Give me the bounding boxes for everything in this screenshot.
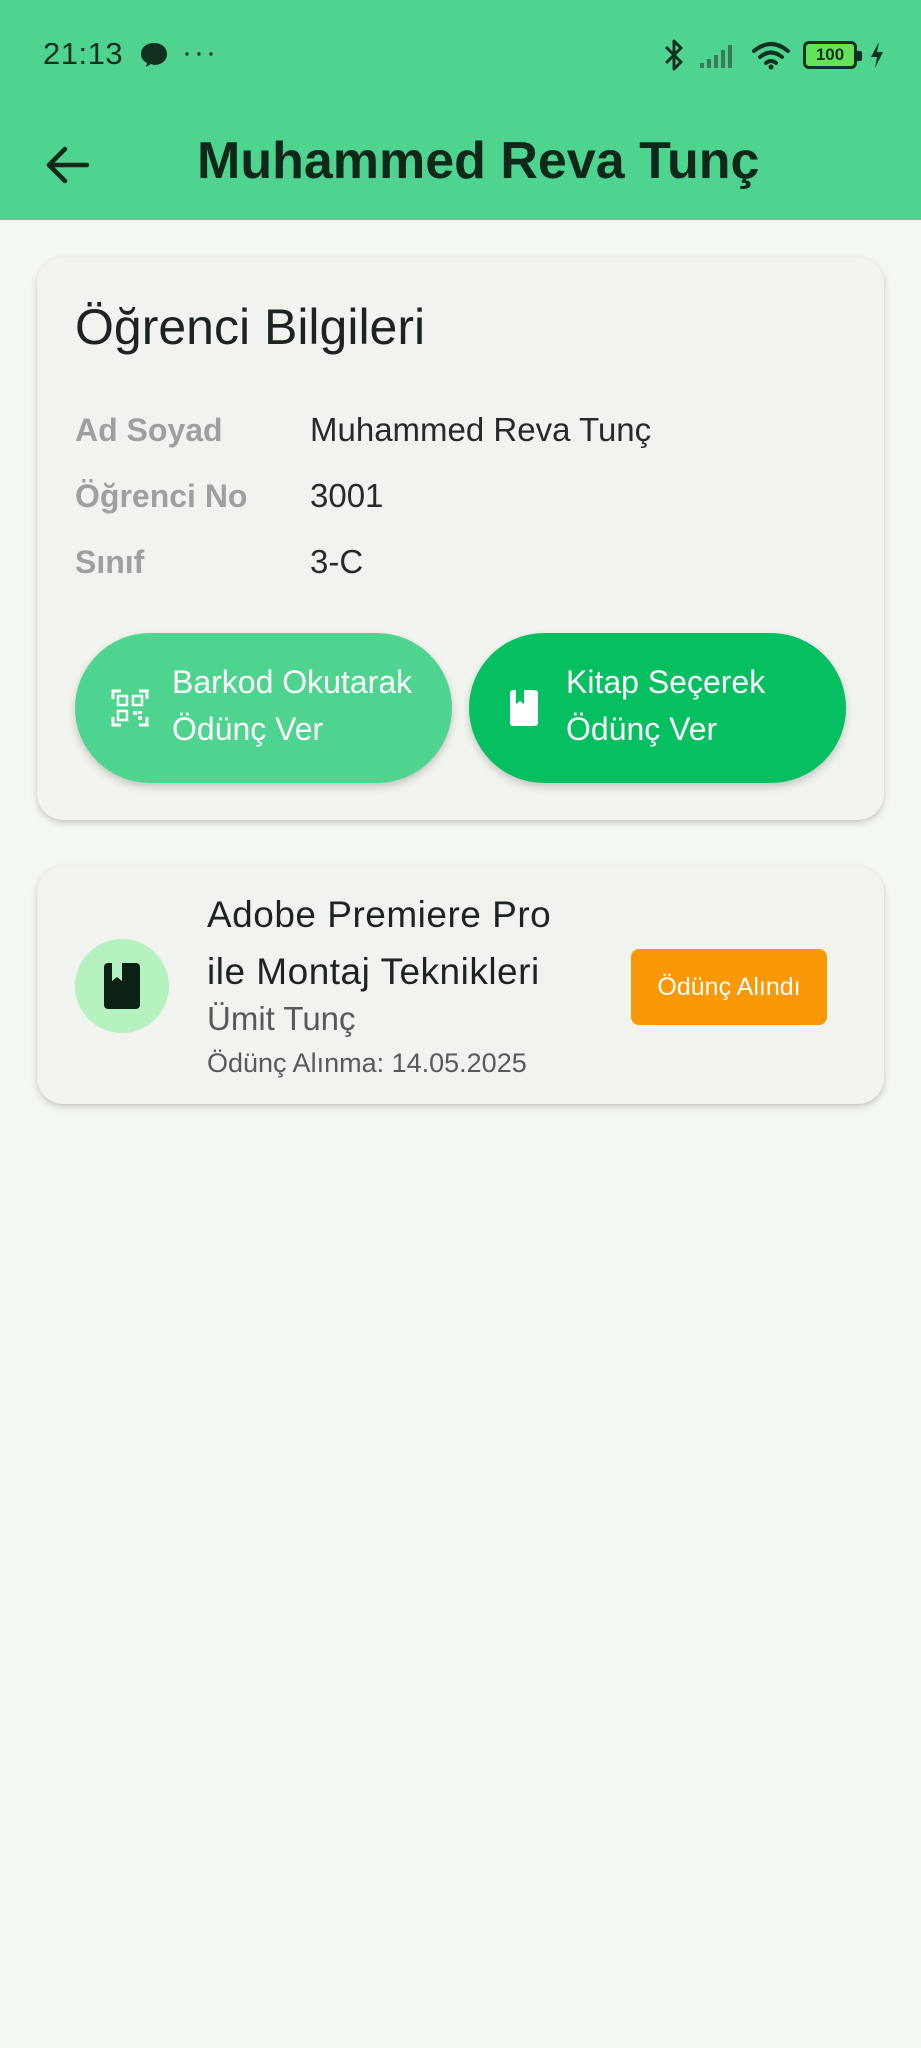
info-row-number: Öğrenci No 3001 — [75, 471, 855, 521]
button-label-line1: Kitap Seçerek — [566, 664, 766, 700]
bluetooth-icon — [664, 39, 683, 71]
status-icons: 100 — [661, 38, 885, 72]
page-title: Muhammed Reva Tunç — [197, 132, 760, 190]
charging-icon — [871, 42, 883, 68]
info-label: Ad Soyad — [75, 411, 223, 448]
status-badge[interactable]: Ödünç Alındı — [631, 949, 827, 1025]
book-title-line2: ile Montaj Teknikleri — [207, 951, 540, 992]
button-label-line1: Barkod Okutarak — [172, 664, 413, 700]
back-button[interactable] — [30, 128, 104, 202]
status-bar: 21:13 ··· 100 — [0, 0, 921, 110]
app-header: 21:13 ··· 100 Muhammed Reva Tunç — [0, 0, 921, 220]
book-avatar — [75, 939, 169, 1033]
button-label-line2: Ödünç Ver — [566, 711, 718, 747]
status-time: 21:13 — [43, 36, 124, 71]
info-value: 3001 — [310, 477, 384, 514]
wifi-icon — [752, 42, 790, 70]
loan-list-item[interactable]: Adobe Premiere Pro ile Montaj Teknikleri… — [37, 866, 884, 1104]
book-icon — [104, 963, 140, 1009]
barcode-lend-button[interactable]: Barkod Okutarak Ödünç Ver — [75, 633, 452, 783]
info-value: Muhammed Reva Tunç — [310, 411, 652, 448]
qr-code-scanner-icon — [111, 689, 149, 727]
app-bar: Muhammed Reva Tunç — [0, 110, 921, 220]
book-author: Ümit Tunç — [207, 1000, 356, 1037]
arrow-back-icon — [46, 146, 89, 184]
info-label: Öğrenci No — [75, 477, 248, 514]
button-label-line2: Ödünç Ver — [172, 711, 324, 747]
info-row-name: Ad Soyad Muhammed Reva Tunç — [75, 405, 855, 455]
signal-icon — [700, 45, 732, 68]
battery-icon: 100 — [803, 41, 862, 69]
loan-date: Ödünç Alınma: 14.05.2025 — [207, 1048, 527, 1078]
info-label: Sınıf — [75, 543, 145, 580]
book-title-line1: Adobe Premiere Pro — [207, 894, 552, 935]
info-row-class: Sınıf 3-C — [75, 537, 855, 587]
status-more-indicator: ··· — [182, 36, 218, 69]
select-book-lend-button[interactable]: Kitap Seçerek Ödünç Ver — [469, 633, 846, 783]
info-value: 3-C — [310, 543, 364, 580]
battery-level: 100 — [815, 45, 845, 64]
button-label: Barkod Okutarak Ödünç Ver — [172, 659, 412, 753]
button-label: Kitap Seçerek Ödünç Ver — [566, 659, 765, 753]
book-icon — [510, 690, 538, 726]
card-heading: Öğrenci Bilgileri — [75, 299, 426, 355]
book-title: Adobe Premiere Pro ile Montaj Teknikleri — [207, 886, 551, 1000]
student-info-card: Öğrenci Bilgileri Ad Soyad Muhammed Reva… — [37, 257, 884, 820]
chat-notification-icon — [141, 43, 167, 67]
